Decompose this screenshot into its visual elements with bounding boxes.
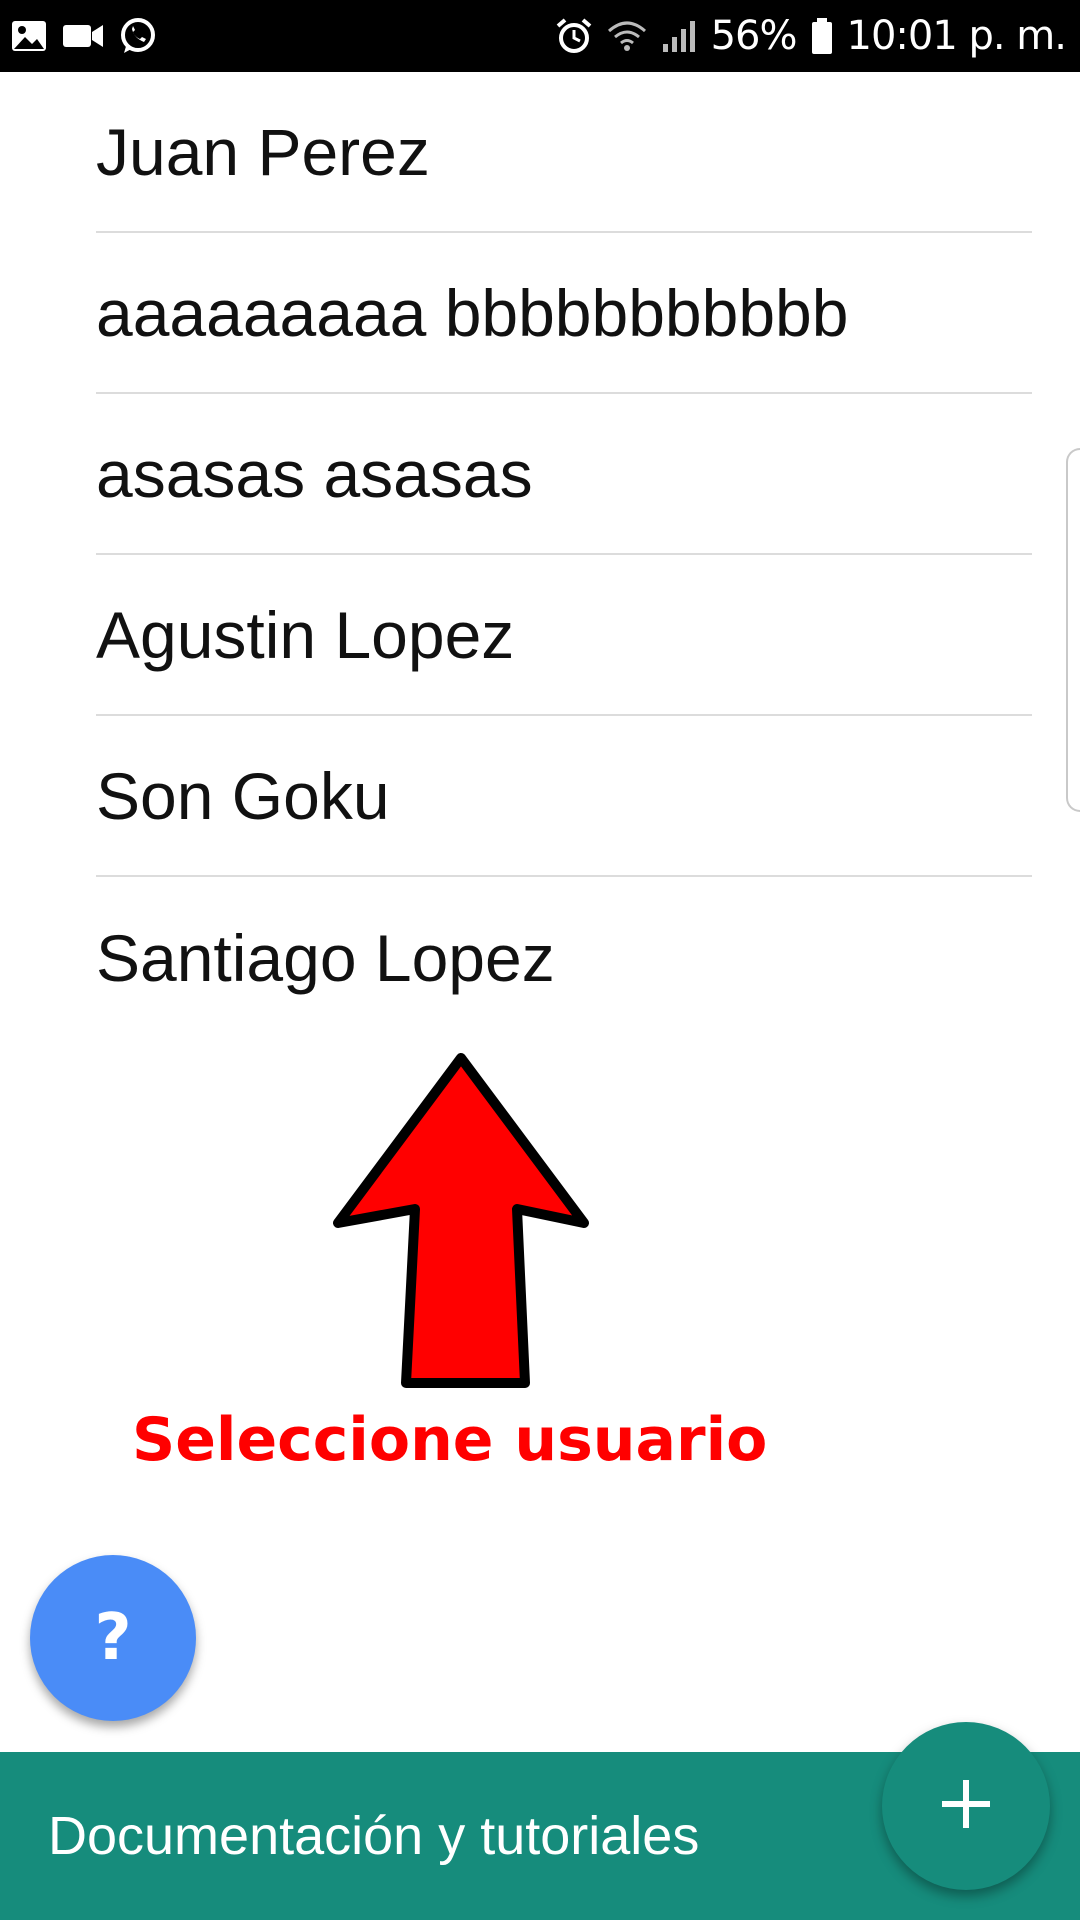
image-icon bbox=[10, 19, 48, 53]
up-arrow-icon bbox=[330, 1050, 592, 1390]
status-bar: 56% 10:01 p. m. bbox=[0, 0, 1080, 72]
video-camera-icon bbox=[62, 22, 104, 50]
user-name: Juan Perez bbox=[96, 114, 430, 189]
user-name: Son Goku bbox=[96, 758, 390, 833]
user-name: aaaaaaaaa bbbbbbbbbbb bbox=[96, 275, 849, 350]
alarm-icon bbox=[555, 17, 593, 55]
select-user-hint: Seleccione usuario bbox=[132, 1405, 768, 1475]
list-item[interactable]: Son Goku bbox=[96, 716, 1032, 877]
plus-icon bbox=[940, 1778, 992, 1835]
edge-panel-handle[interactable] bbox=[1066, 448, 1080, 812]
user-list: Juan Perez aaaaaaaaa bbbbbbbbbbb asasas … bbox=[96, 72, 1032, 1038]
list-item[interactable]: aaaaaaaaa bbbbbbbbbbb bbox=[96, 233, 1032, 394]
wifi-icon bbox=[607, 19, 647, 53]
battery-percentage: 56% bbox=[710, 13, 798, 59]
whatsapp-icon bbox=[118, 16, 158, 56]
docs-tutorials-link[interactable]: Documentación y tutoriales bbox=[48, 1752, 699, 1920]
signal-icon bbox=[661, 18, 697, 54]
list-item[interactable]: Juan Perez bbox=[96, 72, 1032, 233]
user-name: asasas asasas bbox=[96, 436, 533, 511]
status-bar-right: 56% 10:01 p. m. bbox=[555, 0, 1067, 72]
battery-icon bbox=[811, 17, 833, 55]
user-name: Santiago Lopez bbox=[96, 920, 555, 995]
help-button[interactable]: ? bbox=[30, 1555, 196, 1721]
status-bar-left bbox=[10, 0, 158, 72]
list-item[interactable]: asasas asasas bbox=[96, 394, 1032, 555]
clock: 10:01 p. m. bbox=[846, 13, 1067, 59]
add-user-button[interactable] bbox=[882, 1722, 1050, 1890]
list-item[interactable]: Santiago Lopez bbox=[96, 877, 1032, 1038]
list-item[interactable]: Agustin Lopez bbox=[96, 555, 1032, 716]
help-label: ? bbox=[94, 1601, 132, 1675]
user-name: Agustin Lopez bbox=[96, 597, 515, 672]
